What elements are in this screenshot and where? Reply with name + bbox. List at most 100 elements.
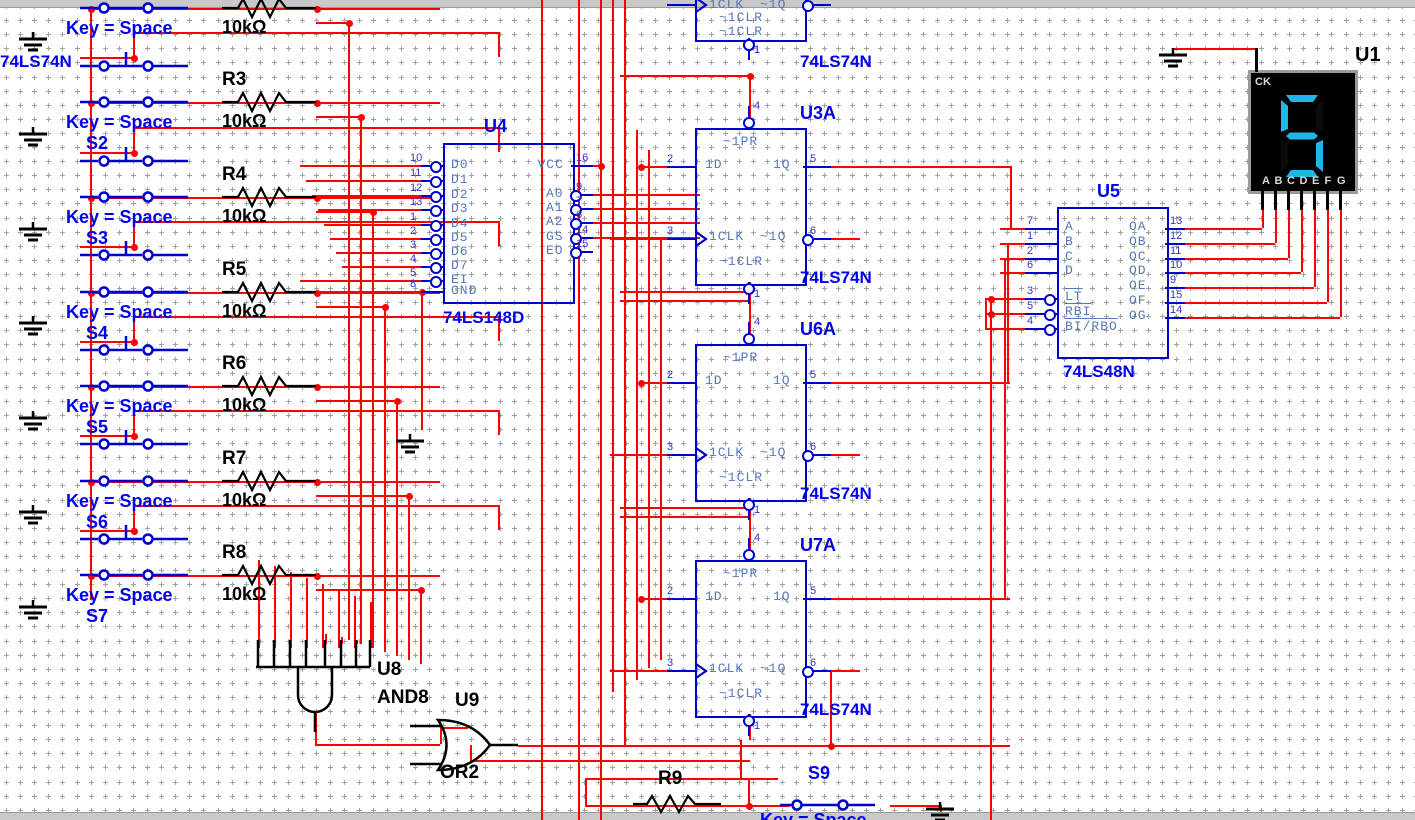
flipflop-clock-triangle: [695, 663, 708, 679]
display-segment-label: E: [1312, 175, 1320, 187]
wire-segment: [408, 495, 410, 660]
resistor-ref-label: R3: [222, 69, 247, 90]
chip-u5-ref: U5: [1097, 181, 1121, 201]
wire-junction: [369, 208, 377, 216]
u4-pin-name: D1: [451, 172, 469, 187]
u4-pin-number: 10: [410, 152, 423, 164]
u5-pin-number: 12: [1170, 230, 1183, 242]
switch-s9-ref: S9: [808, 763, 831, 783]
switch-symbol-open-3[interactable]: [80, 284, 192, 300]
flipflop-clk-pin: [667, 238, 695, 240]
flipflop-qn-label: ~1Q: [760, 445, 787, 460]
wire-junction: [357, 113, 365, 121]
wire-segment: [648, 150, 650, 660]
ground-symbol-u4: [396, 434, 424, 454]
flipflop-qn-label: ~1Q: [760, 661, 787, 676]
wire-segment: [831, 670, 860, 672]
switch-symbol-open-5[interactable]: [80, 473, 192, 489]
wire-segment: [316, 306, 384, 308]
flipflop-clock-triangle: [695, 447, 708, 463]
wire-segment: [330, 238, 421, 240]
resistor-value-label: 10kΩ: [222, 206, 267, 226]
wire-segment: [372, 211, 374, 648]
switch-symbol-open-6[interactable]: [80, 567, 192, 583]
u5-pin-number: 5: [1027, 300, 1034, 312]
u5-pin-name: BI/RBO: [1065, 319, 1118, 334]
switch-symbol-open-2[interactable]: [80, 189, 192, 205]
switch-symbol-closed-1[interactable]: [80, 145, 192, 169]
u5-pin-bubble: [1044, 309, 1056, 321]
wire-segment: [1165, 287, 1314, 289]
flipflop-clk-pin: [667, 670, 695, 672]
wire-segment: [740, 778, 778, 780]
flipflop-pr-pin-number: 4: [754, 532, 761, 544]
wire-segment: [498, 505, 500, 530]
wire-segment: [421, 291, 423, 430]
resistor-ref-label: R7: [222, 448, 247, 469]
seven-segment-glyph: [1281, 95, 1323, 177]
u4-pin-bubble: [430, 161, 442, 173]
flipflop-part-label: 74LS74N: [800, 268, 872, 287]
switch-key-label: Key = Space: [66, 302, 173, 322]
wire-segment: [312, 195, 421, 197]
wire-segment: [384, 306, 386, 652]
wire-segment: [1262, 210, 1264, 228]
wire-segment: [1340, 210, 1342, 317]
wire-junction: [746, 72, 754, 80]
wire-segment: [990, 298, 992, 820]
u5-pin-number: 10: [1170, 259, 1183, 271]
flipflop-pr-bubble: [743, 333, 755, 345]
wire-segment: [593, 194, 700, 196]
switch-symbol-closed-0[interactable]: [80, 50, 192, 74]
switch-symbol-open-4[interactable]: [80, 378, 192, 394]
resistor-r9-ref: R9: [658, 768, 683, 789]
ground-symbol-left-0: [19, 32, 47, 52]
switch-symbol-open-0[interactable]: [80, 0, 192, 16]
wire-segment: [316, 481, 440, 483]
resistor-value-label: 10kΩ: [222, 17, 267, 37]
flipflop-d-pin-number: 2: [667, 369, 674, 381]
u5-pin-name: OD: [1129, 263, 1147, 278]
switch-symbol-closed-5[interactable]: [80, 523, 192, 547]
wire-segment: [133, 505, 500, 507]
ground-symbol-left-2: [19, 222, 47, 242]
flipflop-ref-label: U3A: [800, 103, 837, 123]
wire-segment: [498, 410, 500, 435]
wire-segment: [300, 280, 421, 282]
u5-pin-stub: [1165, 317, 1185, 319]
wire-junction: [345, 19, 353, 27]
wire-segment: [620, 291, 749, 293]
u5-pin-number: 6: [1027, 259, 1034, 271]
u4-pin-number: 14: [576, 224, 589, 236]
display-pin-leg: [1339, 188, 1342, 210]
display-segment-label: G: [1337, 175, 1346, 187]
flipflop-qn-pin-number: 6: [810, 441, 817, 453]
u4-pin-number: 16: [576, 152, 589, 164]
u4-pin-number: 11: [410, 167, 422, 179]
switch-symbol-closed-4[interactable]: [80, 428, 192, 452]
switch-symbol-closed-2[interactable]: [80, 239, 192, 263]
u4-pin-bubble: [430, 191, 442, 203]
display-pin-leg: [1287, 188, 1290, 210]
segment-a: [1286, 95, 1318, 102]
u5-pin-number: 1: [1027, 230, 1034, 242]
segment-c: [1316, 140, 1323, 172]
display-segment-label: A: [1262, 175, 1270, 187]
wire-segment: [748, 778, 750, 805]
u5-pin-number: 3: [1027, 285, 1034, 297]
wire-segment: [620, 516, 749, 518]
u4-pin-name: D0: [451, 157, 469, 172]
segment-e: [1281, 140, 1288, 172]
resistor-value-label: 10kΩ: [222, 584, 267, 604]
flipflop-top-clk-label: 1CLK: [709, 0, 745, 12]
wire-segment: [660, 240, 662, 660]
switch-s9-symbol[interactable]: [780, 797, 890, 813]
u4-pin-name: D6: [451, 244, 469, 259]
ground-symbol-u1: [1159, 48, 1187, 68]
segment-b: [1316, 100, 1323, 132]
schematic-canvas: Key = Space Key = Space S2 Key = Space S3 Key…: [0, 0, 1415, 820]
switch-symbol-open-1[interactable]: [80, 94, 192, 110]
switch-symbol-closed-3[interactable]: [80, 334, 192, 358]
wire-junction: [393, 397, 401, 405]
wire-segment: [1314, 210, 1316, 287]
